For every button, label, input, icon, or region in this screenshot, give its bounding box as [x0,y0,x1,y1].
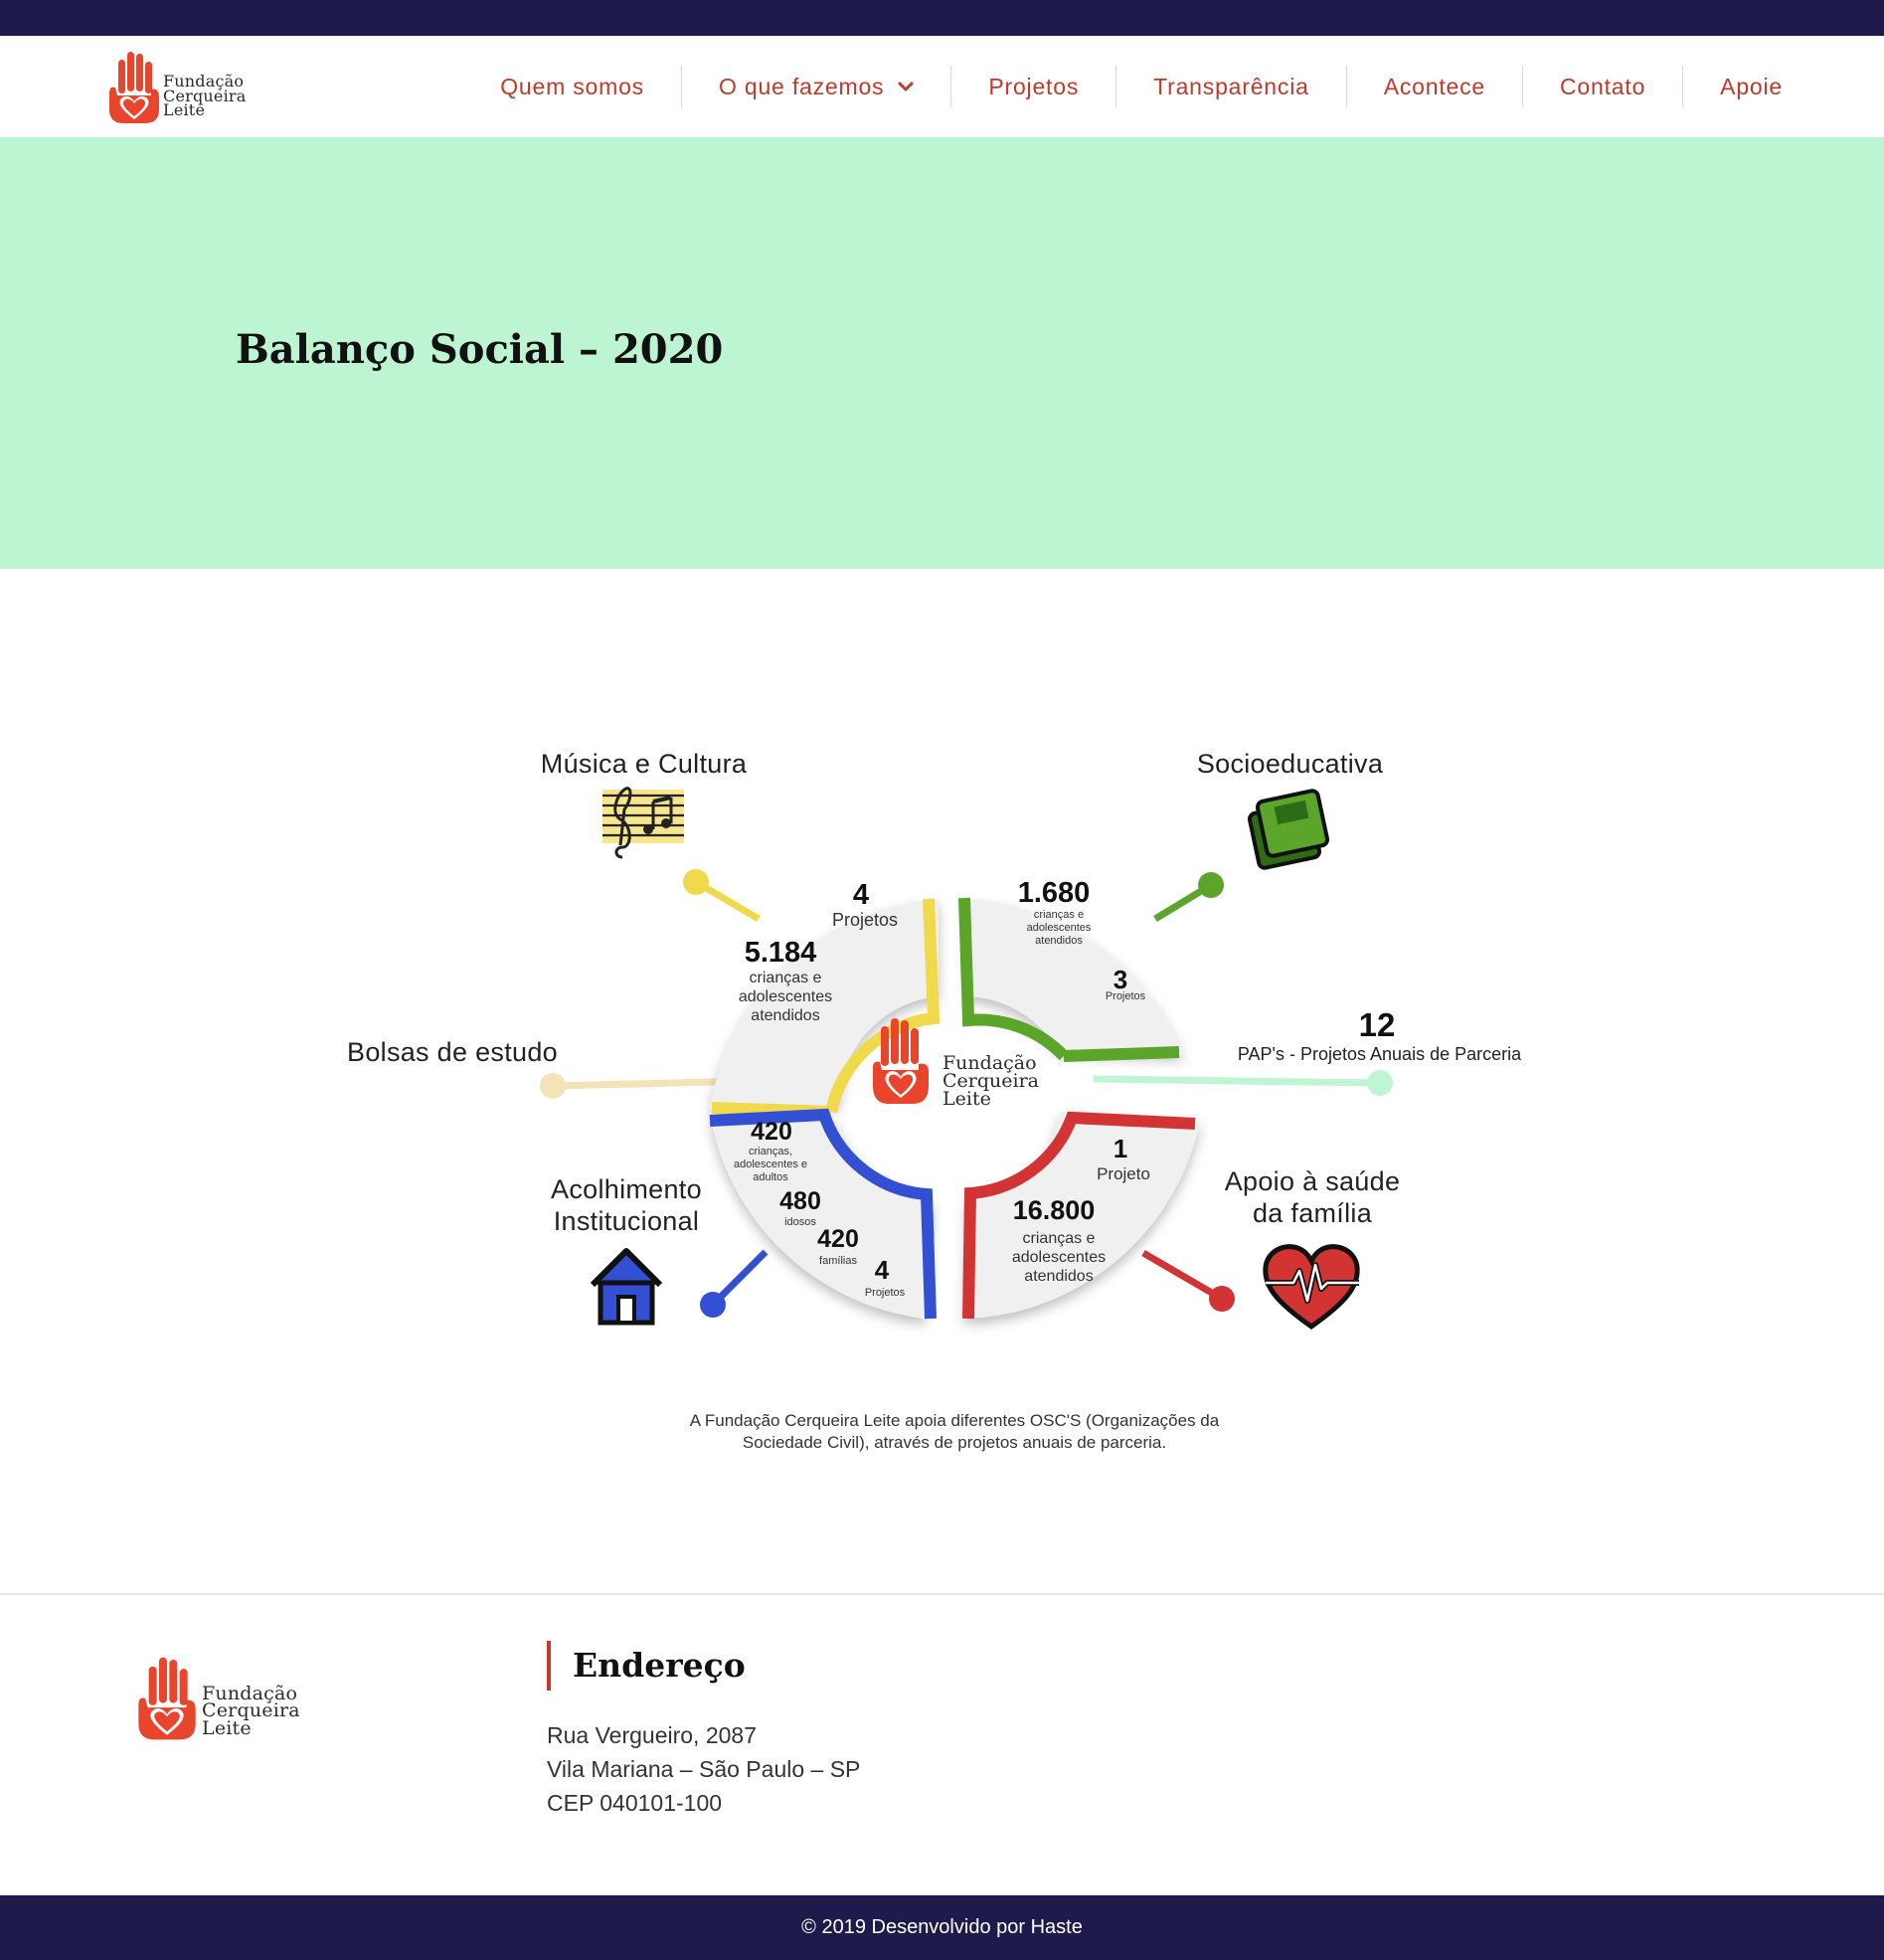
paps-label: PAP's - Projetos Anuais de Parceria [1237,1044,1522,1064]
nav-label: Contato [1560,73,1646,99]
musica-projects-label: Projetos [831,910,899,930]
musica-projects-number: 4 [852,879,870,911]
musica-people-label: crianças e adolescentes atendidos [716,969,855,1026]
acolhimento-n4: 4 [874,1255,890,1285]
infographic-caption: A Fundação Cerqueira Leite apoia diferen… [597,1410,1312,1454]
nav-acontece[interactable]: Acontece [1345,66,1522,107]
copyright-text[interactable]: © 2019 Desenvolvido por Haste [801,1916,1083,1938]
balanco-infographic: Fundação Cerqueira Leite Música e Cultur… [0,569,1884,1593]
acolhimento-n2: 480 [779,1187,821,1215]
acolhimento-l3: famílias [819,1255,857,1267]
saude-people-number: 16.800 [1012,1195,1096,1225]
saude-line1: Apoio à saúde [1224,1166,1401,1196]
socio-people-label: crianças e adolescentes atendidos [1004,909,1113,949]
center-logo-text: Fundação Cerqueira Leite [942,1053,1039,1111]
footer-logo[interactable]: Fundação Cerqueira Leite [136,1654,300,1743]
musica-people-line2: adolescentes [738,988,833,1006]
socio-people-line1: crianças e [1033,909,1085,921]
paps-number: 12 [1358,1006,1396,1043]
nav-quem-somos[interactable]: Quem somos [463,66,681,107]
saude-people-line1: crianças e [1022,1230,1096,1247]
saude-people-line2: adolescentes [1011,1249,1107,1267]
socio-projects-label: Projetos [1105,990,1146,1002]
address-lines: Rua Vergueiro, 2087 Vila Mariana – São P… [547,1718,860,1820]
musica-people-line3: atendidos [751,1007,820,1025]
acolhimento-l1-line3: adultos [753,1171,788,1184]
nav-contato[interactable]: Contato [1522,66,1682,107]
acolhimento-l1-line1: crianças, [748,1146,793,1158]
acolhimento-line1: Acolhimento [551,1174,702,1204]
nav-label: Projetos [988,73,1080,99]
heart-pulse-icon [1263,1244,1360,1331]
label-socioeducativa: Socioeducativa [1196,749,1384,779]
acolhimento-n3: 420 [817,1225,859,1253]
nav-label: Transparência [1153,73,1309,99]
address-line2: Vila Mariana – São Paulo – SP [547,1756,861,1782]
acolhimento-l4: Projetos [864,1287,906,1299]
musica-people-number: 5.184 [744,937,817,969]
saude-projects-number: 1 [1113,1134,1128,1163]
saude-line2: da família [1252,1198,1373,1229]
acolhimento-line2: Institucional [553,1206,700,1237]
hand-heart-logo-icon [109,52,159,123]
address-line1: Rua Vergueiro, 2087 [547,1722,757,1748]
address-line3: CEP 040101-100 [547,1790,723,1816]
nav-transparencia[interactable]: Transparência [1115,66,1346,107]
saude-projects-label: Projeto [1097,1164,1150,1183]
nav-o-que-fazemos[interactable]: O que fazemos [680,66,950,107]
label-apoio-saude: Apoio à saúde da família [1203,1165,1422,1230]
nav-projetos[interactable]: Projetos [950,66,1115,107]
page-title: Balanço Social – 2020 [236,326,724,373]
house-icon [590,1248,663,1326]
address-title: Endereço [547,1641,860,1691]
hero-banner: Balanço Social – 2020 [0,137,1884,569]
nav-label: Apoie [1720,73,1783,99]
nav-label: Acontece [1383,73,1486,99]
center-logo-line3: Leite [942,1088,991,1111]
socio-people-line2: adolescentes [1026,922,1092,935]
musica-people-line1: crianças e [749,970,822,986]
footer-logo-line3: Leite [202,1716,252,1739]
nav-label: O que fazemos [718,73,885,99]
nav-apoie[interactable]: Apoie [1682,66,1819,107]
saude-people-label: crianças e adolescentes atendidos [989,1229,1128,1287]
footer-address: Endereço Rua Vergueiro, 2087 Vila Marian… [547,1641,860,1820]
copyright-bar: © 2019 Desenvolvido por Haste [0,1895,1884,1960]
acolhimento-l1-line2: adolescentes e [734,1158,807,1171]
label-bolsas-estudo: Bolsas de estudo [347,1037,558,1067]
label-musica-cultura: Música e Cultura [540,749,748,779]
top-bar [0,0,1884,36]
caption-line1: A Fundação Cerqueira Leite apoia diferen… [689,1411,1220,1430]
caption-line2: Sociedade Civil), através de projetos an… [742,1433,1167,1452]
nav-label: Quem somos [500,73,644,99]
socio-people-number: 1.680 [1017,877,1091,909]
logo-line3: Leite [163,100,206,120]
acolhimento-n1: 420 [751,1118,792,1146]
saude-people-line3: atendidos [1024,1268,1094,1286]
book-icon [1247,789,1330,870]
chevron-down-icon [898,82,914,91]
main-nav: Quem somos O que fazemos Projetos Transp… [463,36,1819,137]
socio-people-line3: atendidos [1035,935,1083,948]
hand-heart-logo-icon [138,1657,196,1740]
music-score-icon [602,787,684,859]
header-logo[interactable]: Fundação Cerqueira Leite [107,50,246,125]
acolhimento-l1: crianças, adolescentes e adultos [716,1146,825,1185]
label-acolhimento: Acolhimento Institucional [527,1173,726,1238]
footer-divider [0,1593,1884,1595]
